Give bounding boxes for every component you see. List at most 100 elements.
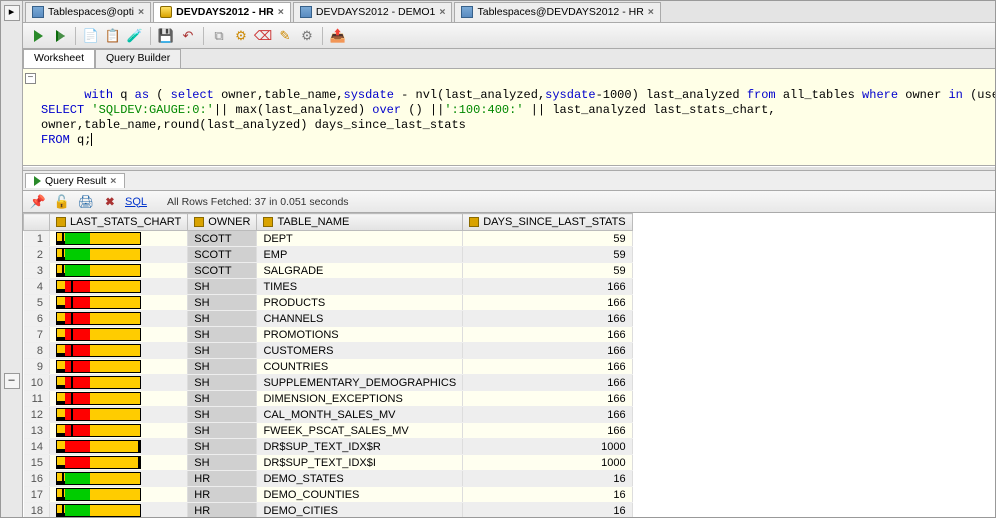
export-button[interactable]: 📤	[329, 27, 347, 45]
pin-button[interactable]: 📌	[29, 193, 47, 211]
close-icon[interactable]: ×	[439, 6, 445, 18]
cell-days: 166	[463, 343, 632, 359]
cell-table-name: CAL_MONTH_SALES_MV	[257, 407, 463, 423]
cell-table-name: SUPPLEMENTARY_DEMOGRAPHICS	[257, 375, 463, 391]
document-tab[interactable]: Tablespaces@DEVDAYS2012 - HR×	[454, 2, 660, 22]
tab-query-result[interactable]: Query Result ×	[25, 173, 125, 188]
tab-label: DEVDAYS2012 - DEMO1	[316, 6, 435, 18]
cell-gauge	[50, 343, 188, 359]
play-icon	[34, 176, 41, 186]
refresh-button[interactable]: 🔓	[53, 193, 71, 211]
table-row[interactable]: 9SHCOUNTRIES166	[24, 359, 633, 375]
cell-gauge	[50, 263, 188, 279]
gauge-chart	[56, 440, 141, 453]
close-icon[interactable]: ×	[110, 175, 116, 187]
print-button[interactable]: 🖨	[77, 193, 95, 211]
document-tab[interactable]: DEVDAYS2012 - HR ×	[153, 2, 291, 22]
table-row[interactable]: 2SCOTTEMP59	[24, 247, 633, 263]
table-row[interactable]: 11SHDIMENSION_EXCEPTIONS166	[24, 391, 633, 407]
cell-owner: SH	[188, 327, 257, 343]
row-number: 1	[24, 231, 50, 247]
table-row[interactable]: 6SHCHANNELS166	[24, 311, 633, 327]
table-row[interactable]: 14SHDR$SUP_TEXT_IDX$R1000	[24, 439, 633, 455]
left-restore-button[interactable]: ▸	[4, 5, 20, 21]
cell-days: 59	[463, 231, 632, 247]
table-row[interactable]: 17HRDEMO_COUNTIES16	[24, 487, 633, 503]
table-row[interactable]: 3SCOTTSALGRADE59	[24, 263, 633, 279]
history-button[interactable]: ✎	[276, 27, 294, 45]
table-row[interactable]: 7SHPROMOTIONS166	[24, 327, 633, 343]
autotrace-button[interactable]: 📋	[104, 27, 122, 45]
gauge-chart	[56, 424, 141, 437]
toolbar-separator	[203, 27, 204, 45]
document-tab[interactable]: Tablespaces@opti×	[25, 2, 151, 22]
cell-gauge	[50, 391, 188, 407]
sql-link[interactable]: SQL	[125, 196, 147, 208]
result-toolbar: 📌 🔓 🖨 🞮 SQL All Rows Fetched: 37 in 0.05…	[23, 191, 995, 213]
column-header[interactable]: DAYS_SINCE_LAST_STATS	[463, 214, 632, 231]
row-number: 14	[24, 439, 50, 455]
table-row[interactable]: 5SHPRODUCTS166	[24, 295, 633, 311]
sql-editor[interactable]: −with q as ( select owner,table_name,sys…	[23, 69, 995, 166]
worksheet-tab[interactable]: Worksheet	[23, 49, 95, 68]
column-header[interactable]: LAST_STATS_CHART	[50, 214, 188, 231]
run-script-button[interactable]	[51, 27, 69, 45]
close-icon[interactable]: ×	[138, 6, 144, 18]
format-icon: ⚙	[235, 29, 247, 42]
worksheet-tab[interactable]: Query Builder	[95, 49, 181, 68]
tab-label: DEVDAYS2012 - HR	[176, 6, 274, 18]
column-header[interactable]: TABLE_NAME	[257, 214, 463, 231]
run-statement-button[interactable]	[29, 27, 47, 45]
cell-table-name: DR$SUP_TEXT_IDX$I	[257, 455, 463, 471]
clear-button[interactable]: ⌫	[254, 27, 272, 45]
close-icon[interactable]: ×	[648, 6, 654, 18]
results-grid[interactable]: LAST_STATS_CHART OWNER TABLE_NAMEDAYS_SINC…	[23, 213, 995, 517]
table-row[interactable]: 4SHTIMES166	[24, 279, 633, 295]
table-row[interactable]: 8SHCUSTOMERS166	[24, 343, 633, 359]
cell-owner: SH	[188, 407, 257, 423]
cell-owner: SH	[188, 439, 257, 455]
cell-days: 166	[463, 375, 632, 391]
cell-gauge	[50, 247, 188, 263]
cell-owner: SCOTT	[188, 247, 257, 263]
worksheet-toolbar: 📄 📋 🧪 💾 ↶ ⧉ ⚙ ⌫ ✎ ⚙ 📤	[23, 23, 995, 49]
table-row[interactable]: 18HRDEMO_CITIES16	[24, 503, 633, 518]
table-row[interactable]: 15SHDR$SUP_TEXT_IDX$I1000	[24, 455, 633, 471]
table-row[interactable]: 10SHSUPPLEMENTARY_DEMOGRAPHICS166	[24, 375, 633, 391]
gauge-chart	[56, 264, 141, 277]
cell-table-name: PRODUCTS	[257, 295, 463, 311]
left-minimize-button[interactable]: –	[4, 373, 20, 389]
column-label: OWNER	[208, 216, 250, 228]
cell-owner: SH	[188, 279, 257, 295]
table-row[interactable]: 16HRDEMO_STATES16	[24, 471, 633, 487]
row-number: 15	[24, 455, 50, 471]
row-number: 16	[24, 471, 50, 487]
cell-owner: SH	[188, 295, 257, 311]
unshared-button[interactable]: ⧉	[210, 27, 228, 45]
sql-tuning-button[interactable]: 🧪	[126, 27, 144, 45]
db-icon	[32, 6, 44, 18]
table-row[interactable]: 1SCOTTDEPT59	[24, 231, 633, 247]
table-row[interactable]: 12SHCAL_MONTH_SALES_MV166	[24, 407, 633, 423]
document-tab[interactable]: DEVDAYS2012 - DEMO1 ×	[293, 2, 453, 22]
cell-days: 166	[463, 391, 632, 407]
export-results-button[interactable]: 🞮	[101, 193, 119, 211]
code-fold-toggle[interactable]: −	[25, 73, 36, 84]
query-result-pane: Query Result × 📌 🔓 🖨 🞮 SQL All Rows Fetc…	[23, 171, 995, 517]
gauge-chart	[56, 328, 141, 341]
row-number-header	[24, 214, 50, 231]
explain-plan-button[interactable]: 📄	[82, 27, 100, 45]
settings-button[interactable]: ⚙	[298, 27, 316, 45]
rollback-button[interactable]: ↶	[179, 27, 197, 45]
cell-gauge	[50, 455, 188, 471]
sql-icon	[160, 6, 172, 18]
table-row[interactable]: 13SHFWEEK_PSCAT_SALES_MV166	[24, 423, 633, 439]
row-number: 3	[24, 263, 50, 279]
cell-table-name: CUSTOMERS	[257, 343, 463, 359]
close-icon[interactable]: ×	[278, 6, 284, 18]
format-button[interactable]: ⚙	[232, 27, 250, 45]
commit-button[interactable]: 💾	[157, 27, 175, 45]
gauge-chart	[56, 472, 141, 485]
column-header[interactable]: OWNER	[188, 214, 257, 231]
row-number: 6	[24, 311, 50, 327]
